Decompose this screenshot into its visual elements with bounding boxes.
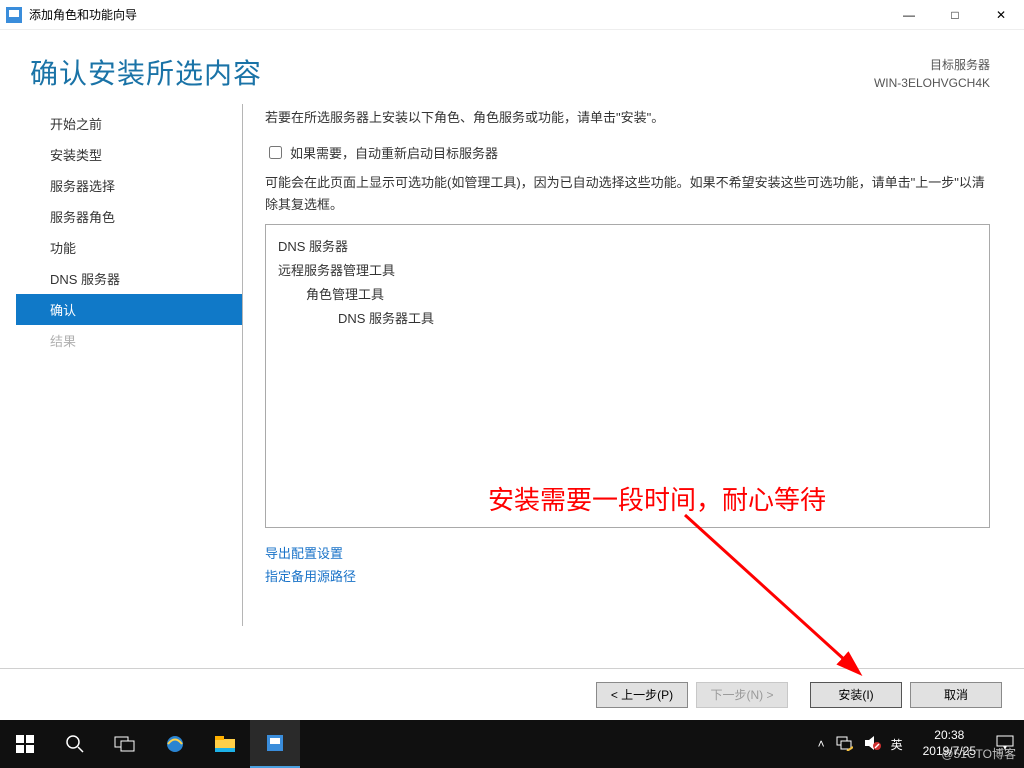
description-text: 若要在所选服务器上安装以下角色、角色服务或功能，请单击"安装"。 [265, 108, 990, 129]
target-server-value: WIN-3ELOHVGCH4K [874, 74, 990, 92]
task-view-button[interactable] [100, 720, 150, 768]
maximize-button[interactable]: □ [932, 0, 978, 30]
taskbar-file-explorer[interactable] [200, 720, 250, 768]
step-features[interactable]: 功能 [46, 232, 242, 263]
list-item: DNS 服务器 [278, 235, 977, 259]
ime-indicator[interactable]: 英 [891, 736, 903, 753]
clock-time: 20:38 [923, 728, 976, 744]
search-icon [65, 734, 85, 754]
previous-button[interactable]: < 上一步(P) [596, 682, 688, 708]
folder-icon [214, 735, 236, 753]
watermark: @51CTO博客 [941, 745, 1016, 762]
annotation-text: 安装需要一段时间，耐心等待 [488, 480, 826, 517]
auto-restart-label: 如果需要，自动重新启动目标服务器 [290, 143, 498, 162]
taskbar-server-manager[interactable] [250, 720, 300, 768]
taskbar-ie-icon[interactable] [150, 720, 200, 768]
task-view-icon [114, 735, 136, 753]
auto-restart-checkbox[interactable] [269, 146, 282, 159]
step-sidebar: 开始之前 安装类型 服务器选择 服务器角色 功能 DNS 服务器 确认 结果 [46, 100, 242, 668]
wizard-window: 添加角色和功能向导 — □ ✕ 确认安装所选内容 目标服务器 WIN-3ELOH… [0, 0, 1024, 720]
windows-logo-icon [16, 735, 34, 753]
page-title: 确认安装所选内容 [30, 52, 874, 92]
step-server-selection[interactable]: 服务器选择 [46, 170, 242, 201]
titlebar[interactable]: 添加角色和功能向导 — □ ✕ [0, 0, 1024, 30]
target-server-label: 目标服务器 [874, 56, 990, 74]
server-manager-icon [264, 732, 286, 754]
step-server-roles[interactable]: 服务器角色 [46, 201, 242, 232]
start-button[interactable] [0, 720, 50, 768]
list-item: DNS 服务器工具 [278, 307, 977, 331]
step-dns-server[interactable]: DNS 服务器 [46, 263, 242, 294]
annotation-arrow [680, 510, 890, 690]
minimize-button[interactable]: — [886, 0, 932, 30]
close-button[interactable]: ✕ [978, 0, 1024, 30]
window-controls: — □ ✕ [886, 0, 1024, 30]
tray-volume-icon[interactable] [863, 735, 881, 754]
cancel-button[interactable]: 取消 [910, 682, 1002, 708]
search-button[interactable] [50, 720, 100, 768]
optional-features-note: 可能会在此页面上显示可选功能(如管理工具)，因为已自动选择这些功能。如果不希望安… [265, 172, 990, 216]
step-installation-type[interactable]: 安装类型 [46, 139, 242, 170]
tray-network-icon[interactable] [835, 735, 853, 754]
tray-chevron-up-icon[interactable]: ˄ [818, 737, 825, 751]
header: 确认安装所选内容 目标服务器 WIN-3ELOHVGCH4K [0, 30, 1024, 100]
internet-explorer-icon [164, 733, 186, 755]
list-item: 远程服务器管理工具 [278, 259, 977, 283]
step-before-you-begin[interactable]: 开始之前 [46, 108, 242, 139]
target-server-info: 目标服务器 WIN-3ELOHVGCH4K [874, 56, 990, 92]
step-confirmation[interactable]: 确认 [46, 294, 242, 325]
window-title: 添加角色和功能向导 [29, 6, 886, 23]
list-item: 角色管理工具 [278, 283, 977, 307]
app-icon [6, 7, 22, 23]
auto-restart-row: 如果需要，自动重新启动目标服务器 [265, 143, 990, 162]
taskbar[interactable]: ˄ 英 20:38 2019/7/25 [0, 720, 1024, 768]
step-results: 结果 [46, 325, 242, 356]
